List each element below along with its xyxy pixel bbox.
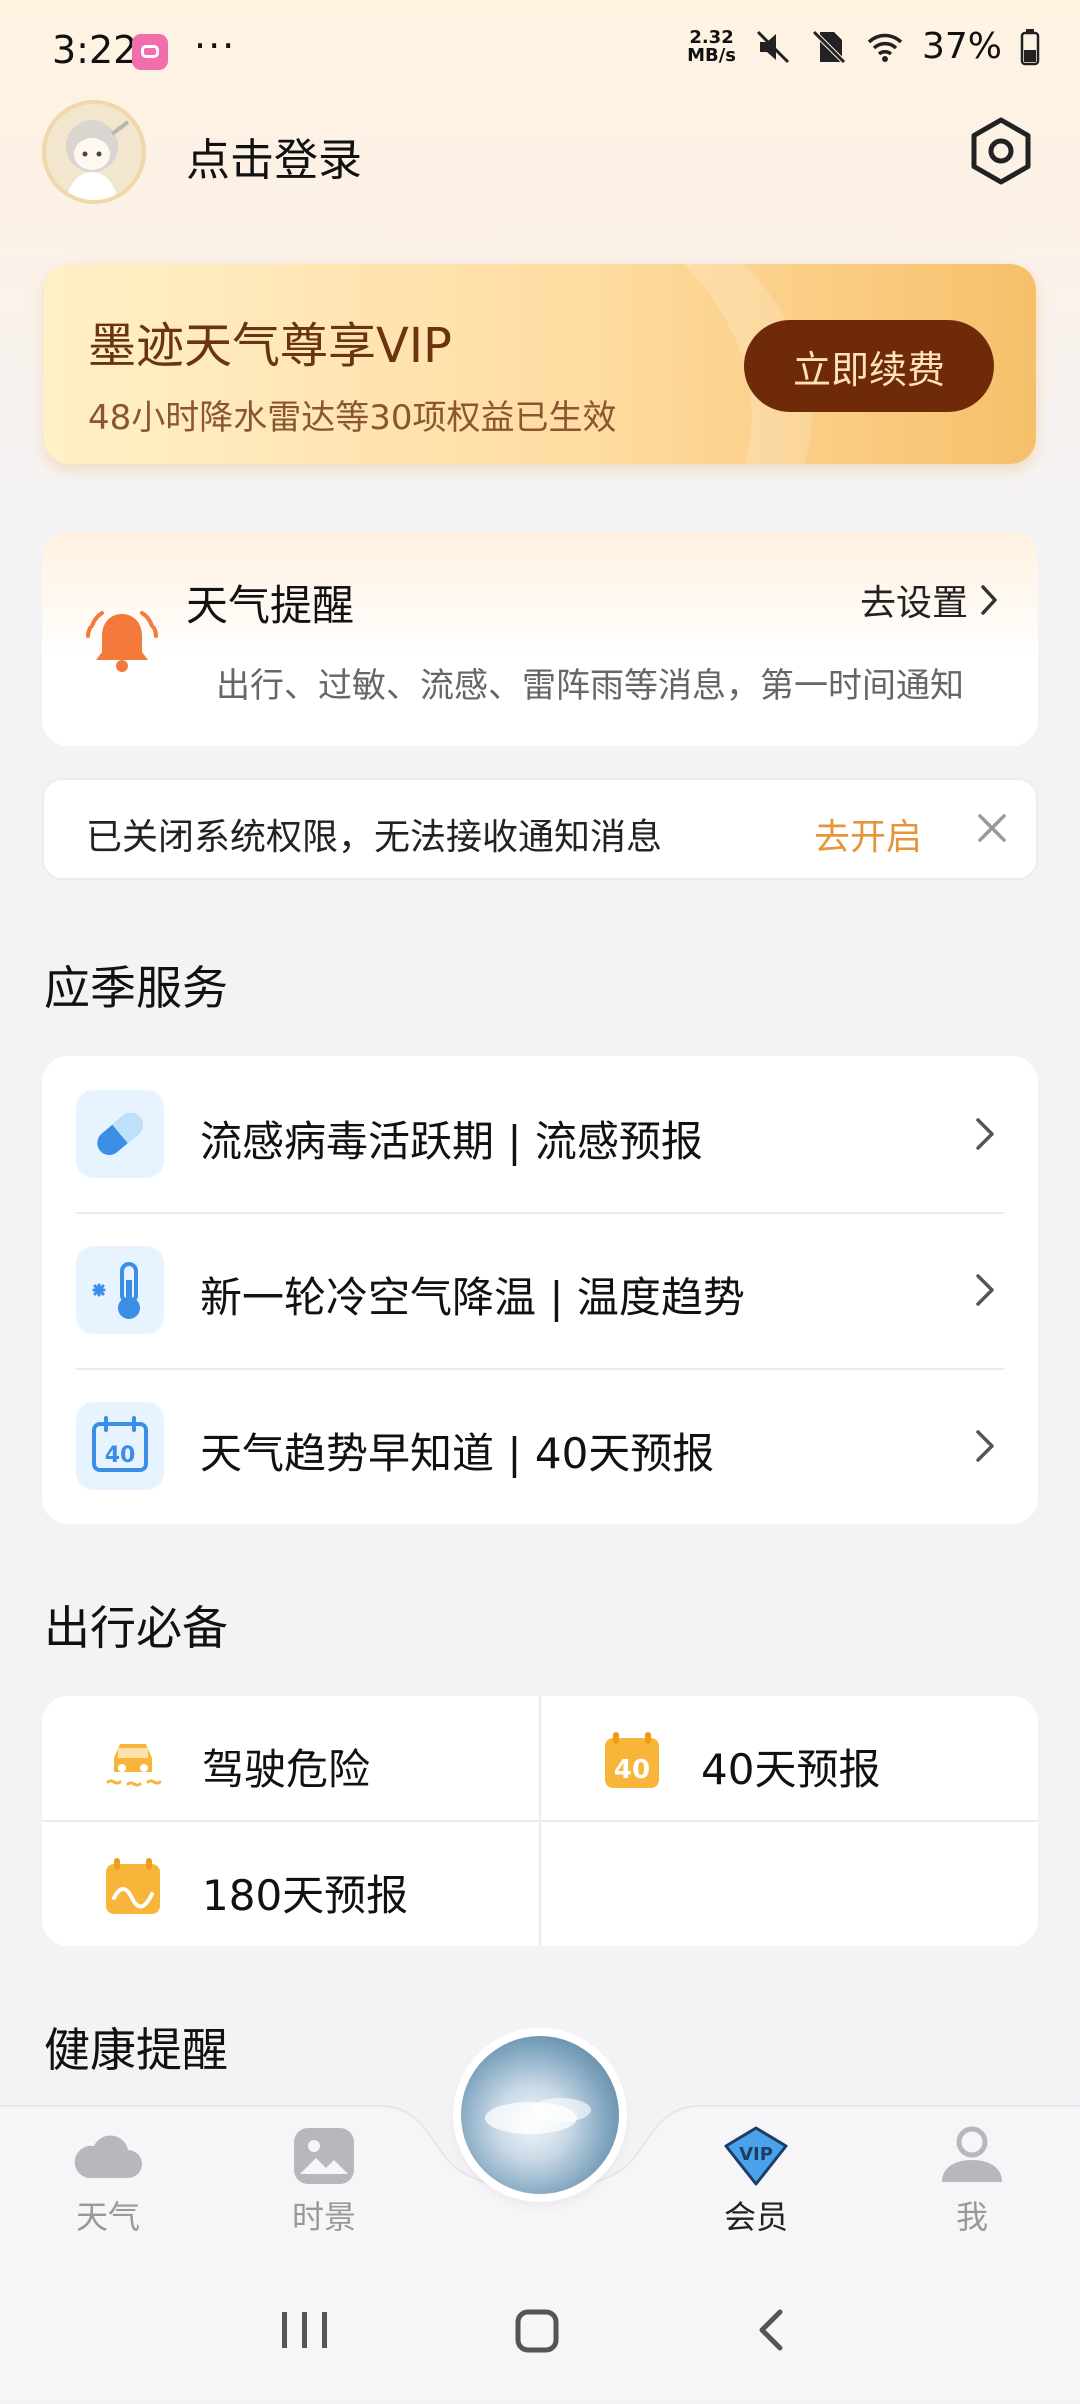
travel-item-180-day[interactable]: 180天预报 <box>42 1822 539 1946</box>
vip-badge-text: VIP <box>739 2144 773 2165</box>
person-icon <box>942 2126 1002 2182</box>
service-item-40-day[interactable]: 40 天气趋势早知道 | 40天预报 <box>42 1368 1038 1524</box>
vip-diamond-icon: VIP <box>724 2126 788 2186</box>
service-item-cold-air[interactable]: 新一轮冷空气降温 | 温度趋势 <box>42 1212 1038 1368</box>
bell-icon <box>86 611 158 672</box>
travel-item-label: 驾驶危险 <box>202 1745 371 1794</box>
nav-label: 时景 <box>291 2198 356 2236</box>
permission-notice: 已关闭系统权限，无法接收通知消息 去开启 <box>42 778 1038 880</box>
travel-essentials-grid: 驾驶危险 40 40天预报 180天预报 <box>42 1696 1038 1946</box>
network-speed: 2.32 MB/s <box>687 26 736 66</box>
status-time: 3:22 <box>52 28 138 72</box>
service-item-flu[interactable]: 流感病毒活跃期 | 流感预报 <box>42 1056 1038 1212</box>
chevron-right-icon <box>976 1274 994 1306</box>
travel-item-label: 180天预报 <box>202 1871 409 1920</box>
nav-label: 会员 <box>723 2198 788 2236</box>
travel-item-label: 40天预报 <box>701 1745 881 1794</box>
close-icon[interactable] <box>972 808 1012 848</box>
status-bar: 3:22 ··· 2.32 MB/s 37% <box>0 0 1080 100</box>
car-skid-icon <box>106 1744 162 1787</box>
sky-orb-button[interactable] <box>461 2036 619 2194</box>
no-sim-icon <box>812 29 846 64</box>
sky-cloud-icon <box>485 2098 591 2134</box>
calendar-40-icon: 40 <box>76 1402 164 1490</box>
weather-reminder-title: 天气提醒 <box>186 581 355 630</box>
wifi-icon <box>867 33 903 62</box>
calendar-wave-icon <box>106 1858 160 1914</box>
nav-weather[interactable]: 天气 <box>38 2124 178 2244</box>
chevron-right-icon <box>976 1118 994 1150</box>
home-icon[interactable] <box>515 2309 559 2353</box>
chevron-right-icon <box>976 1430 994 1462</box>
settings-icon[interactable] <box>966 116 1036 186</box>
permission-notice-text: 已关闭系统权限，无法接收通知消息 <box>86 817 663 858</box>
seasonal-services-title: 应季服务 <box>44 961 228 1015</box>
service-item-label: 新一轮冷空气降温 | 温度趋势 <box>200 1273 745 1322</box>
weather-reminder-card[interactable]: 天气提醒 去设置 出行、过敏、流感、雷阵雨等消息，第一时间通知 <box>42 532 1038 746</box>
go-settings-label: 去设置 <box>859 583 968 624</box>
recents-icon[interactable] <box>282 2312 327 2348</box>
mute-icon <box>756 30 790 63</box>
pill-icon <box>76 1090 164 1178</box>
image-icon <box>294 2128 354 2184</box>
travel-item-40-day[interactable]: 40 40天预报 <box>541 1696 1038 1820</box>
avatar-illustration-icon <box>46 104 142 200</box>
seasonal-services-list: 流感病毒活跃期 | 流感预报 新一轮冷空气降温 | 温度趋势 40 天气趋势早知… <box>42 1056 1038 1524</box>
login-link[interactable]: 点击登录 <box>186 124 362 188</box>
nav-scenery[interactable]: 时景 <box>254 2124 394 2244</box>
svg-text:40: 40 <box>614 1755 650 1785</box>
app-notification-icon <box>132 34 168 70</box>
nav-me[interactable]: 我 <box>902 2124 1042 2244</box>
weather-reminder-description: 出行、过敏、流感、雷阵雨等消息，第一时间通知 <box>216 666 964 706</box>
vip-title: 墨迹天气尊享VIP <box>88 318 452 374</box>
more-notifications-icon: ··· <box>194 24 237 68</box>
battery-icon <box>1020 28 1040 65</box>
nav-label: 我 <box>955 2198 988 2236</box>
nav-label: 天气 <box>75 2198 140 2236</box>
enable-permission-link[interactable]: 去开启 <box>814 808 922 860</box>
health-reminder-title: 健康提醒 <box>44 2023 228 2077</box>
cloud-icon <box>74 2135 142 2178</box>
calendar-40-icon: 40 <box>605 1732 659 1788</box>
svg-text:40: 40 <box>105 1443 136 1468</box>
chevron-right-icon <box>981 585 997 615</box>
thermometer-icon <box>76 1246 164 1334</box>
back-icon[interactable] <box>759 2309 783 2351</box>
nav-vip[interactable]: VIP 会员 <box>686 2124 826 2244</box>
service-item-label: 流感病毒活跃期 | 流感预报 <box>200 1117 703 1166</box>
go-settings-link[interactable]: 去设置 <box>860 574 998 626</box>
travel-item-driving-danger[interactable]: 驾驶危险 <box>42 1696 539 1820</box>
system-nav-bar <box>0 2280 1080 2400</box>
vip-card[interactable]: 墨迹天气尊享VIP 48小时降水雷达等30项权益已生效 立即续费 <box>44 264 1036 464</box>
travel-essentials-title: 出行必备 <box>44 1601 228 1655</box>
vip-subtitle: 48小时降水雷达等30项权益已生效 <box>88 398 617 438</box>
battery-percent: 37% <box>921 26 1002 67</box>
service-item-label: 天气趋势早知道 | 40天预报 <box>200 1429 715 1478</box>
avatar[interactable] <box>42 100 146 204</box>
renew-button[interactable]: 立即续费 <box>744 320 994 412</box>
